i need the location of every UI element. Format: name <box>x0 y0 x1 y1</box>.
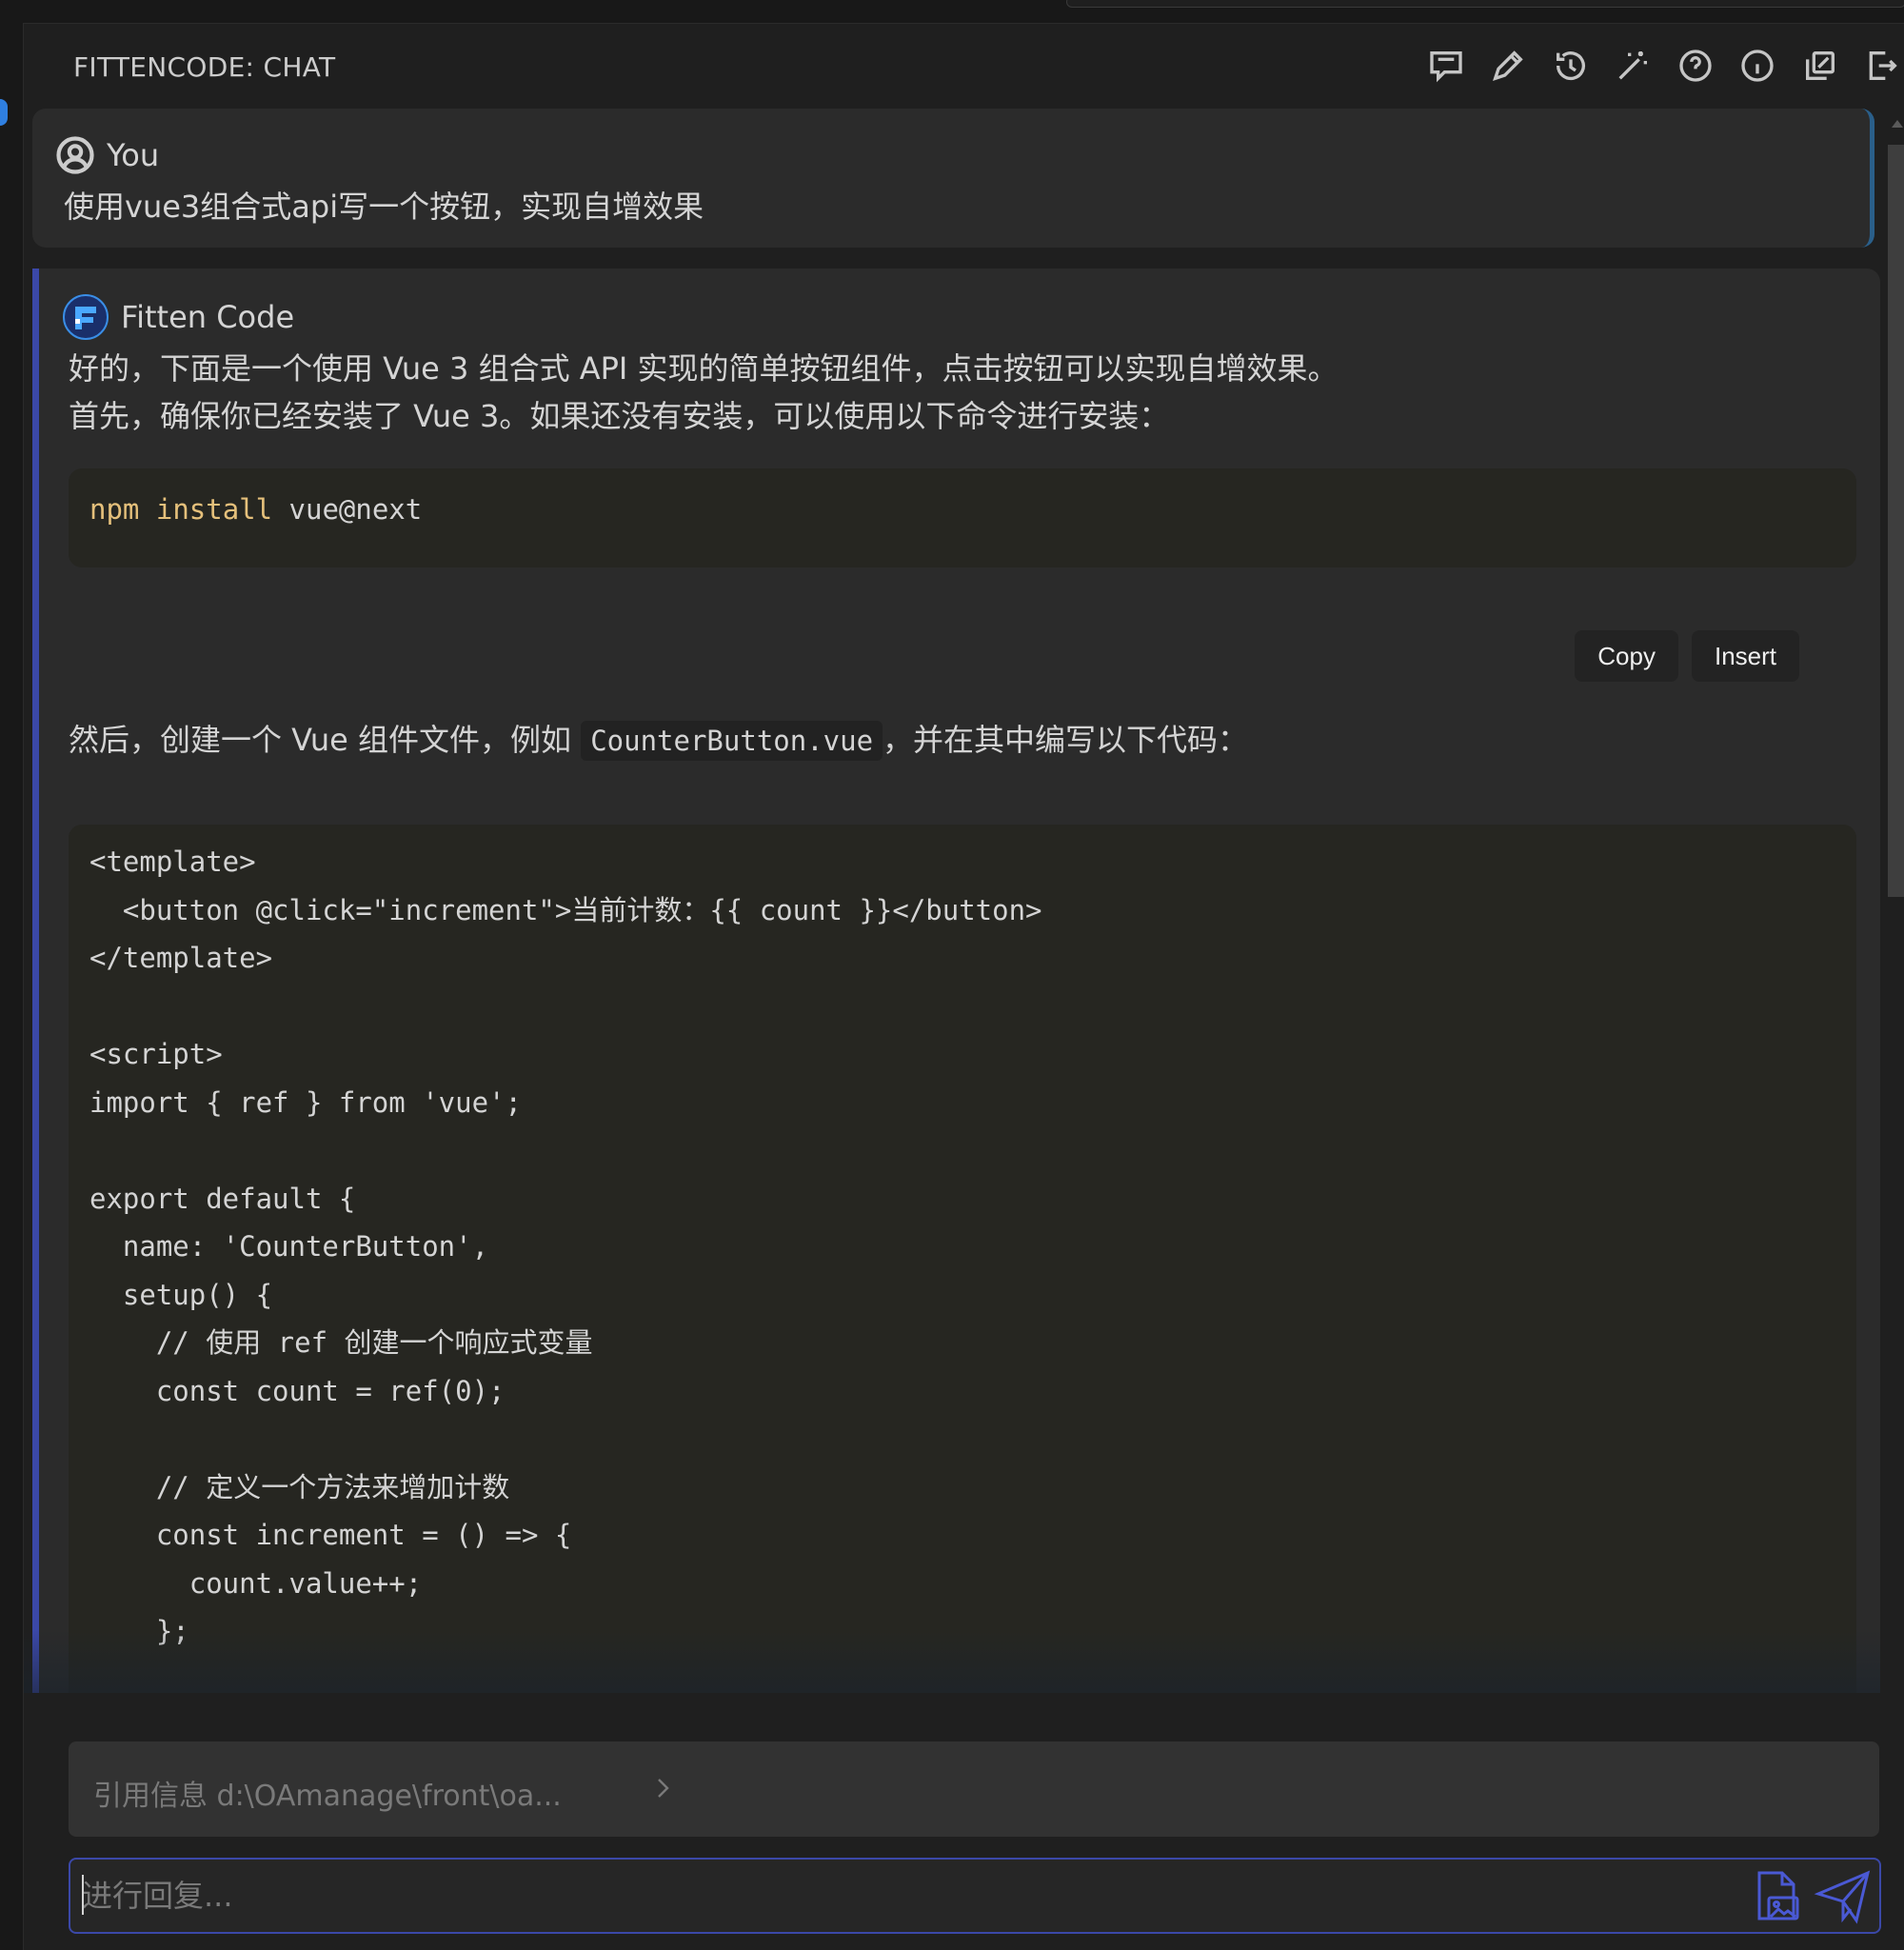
assistant-intro-1: 好的，下面是一个使用 Vue 3 组合式 API 实现的简单按钮组件，点击按钮可… <box>69 350 1339 387</box>
user-message-text: 使用vue3组合式api写一个按钮，实现自增效果 <box>64 189 704 225</box>
top-strip <box>0 0 1904 24</box>
logout-icon[interactable] <box>1860 44 1904 88</box>
user-name: You <box>107 137 160 173</box>
scroll-up-arrow[interactable] <box>1892 120 1903 128</box>
code-line: import { ref } from 'vue'; <box>89 1085 522 1119</box>
code-line: // 使用 ref 创建一个响应式变量 <box>89 1326 593 1359</box>
code-line: </template> <box>89 942 273 974</box>
pencil-icon[interactable] <box>1486 44 1530 88</box>
chat-header: FITTENCODE: CHAT <box>24 23 1904 109</box>
new-chat-icon[interactable] <box>1424 44 1468 88</box>
activity-bar <box>0 23 24 1950</box>
code-line: // 定义一个方法来增加计数 <box>89 1470 510 1503</box>
attach-image-icon[interactable] <box>1748 1867 1805 1924</box>
mid-text-after: ，并在其中编写以下代码： <box>883 722 1249 758</box>
user-message: You 使用vue3组合式api写一个按钮，实现自增效果 <box>32 109 1874 248</box>
code-line: const increment = () => { <box>89 1519 572 1551</box>
magic-wand-icon[interactable] <box>1611 44 1655 88</box>
send-icon[interactable] <box>1813 1865 1874 1926</box>
code-line: export default { <box>89 1182 356 1215</box>
code-arg: vue@next <box>288 493 423 526</box>
user-avatar-icon <box>56 136 94 174</box>
component-code: <template> <button @click="increment">当前… <box>89 838 1042 1693</box>
code-line: name: 'CounterButton', <box>89 1230 489 1263</box>
reference-label: 引用信息 d:\OAmanage\front\oa... <box>93 1780 562 1813</box>
help-icon[interactable] <box>1674 44 1717 88</box>
scroll-fade <box>24 1630 1880 1693</box>
assistant-mid-text: 然后，创建一个 Vue 组件文件，例如 CounterButton.vue ，并在… <box>69 716 1249 761</box>
code-line: <button @click="increment">当前计数：{{ count… <box>89 893 1042 926</box>
reference-info[interactable]: 引用信息 d:\OAmanage\front\oa... <box>69 1741 1879 1837</box>
reply-box <box>69 1858 1881 1934</box>
inline-filename: CounterButton.vue <box>581 721 883 761</box>
fitten-logo-icon <box>63 294 109 340</box>
mid-text-before: 然后，创建一个 Vue 组件文件，例如 <box>69 722 582 758</box>
copy-window-icon[interactable] <box>1798 44 1842 88</box>
assistant-header: Fitten Code <box>62 293 294 341</box>
activity-indicator <box>0 99 8 126</box>
component-code-block: <template> <button @click="increment">当前… <box>69 825 1856 1693</box>
code-cmd: npm <box>89 493 140 526</box>
code-actions: Copy Insert <box>1561 630 1799 682</box>
copy-button[interactable]: Copy <box>1575 630 1678 682</box>
chat-history[interactable]: You 使用vue3组合式api写一个按钮，实现自增效果 Fitten Code… <box>24 109 1880 1693</box>
code-line: count.value++; <box>89 1566 423 1600</box>
code-subcmd: install <box>155 493 273 526</box>
reply-input[interactable] <box>80 1867 1702 1924</box>
user-header: You <box>55 135 159 175</box>
install-command: npm install vue@next <box>89 493 422 526</box>
editor-tab <box>1066 0 1904 8</box>
chevron-right-icon[interactable] <box>654 1774 673 1802</box>
info-icon[interactable] <box>1735 44 1779 88</box>
header-toolbar <box>1405 44 1904 88</box>
assistant-intro-2: 首先，确保你已经安装了 Vue 3。如果还没有安装，可以使用以下命令进行安装： <box>69 398 1170 434</box>
panel-title: FITTENCODE: CHAT <box>73 51 336 83</box>
code-line: <template> <box>89 846 256 878</box>
assistant-message: Fitten Code 好的，下面是一个使用 Vue 3 组合式 API 实现的… <box>32 269 1880 1693</box>
insert-button[interactable]: Insert <box>1691 630 1799 682</box>
install-code-block: npm install vue@next <box>69 468 1856 567</box>
text-caret <box>82 1875 84 1915</box>
scrollbar-thumb[interactable] <box>1888 145 1904 897</box>
code-line: setup() { <box>89 1278 273 1311</box>
history-icon[interactable] <box>1549 44 1593 88</box>
code-line: const count = ref(0); <box>89 1374 506 1407</box>
code-line: <script> <box>89 1038 223 1070</box>
assistant-name: Fitten Code <box>121 299 295 335</box>
